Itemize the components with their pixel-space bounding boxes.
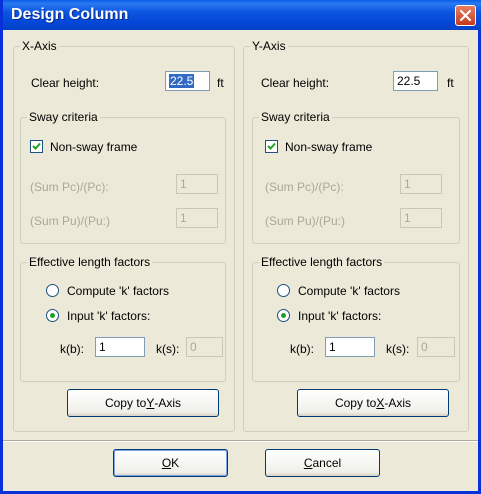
x-sum-pc-value: 1 (180, 177, 187, 191)
x-sum-pu-value: 1 (180, 211, 187, 225)
checkmark-icon (267, 142, 276, 150)
close-icon (459, 9, 472, 22)
x-axis-legend: X-Axis (20, 39, 59, 53)
x-sway-criteria-legend: Sway criteria (27, 110, 100, 124)
title-bar[interactable]: Design Column (3, 0, 481, 30)
y-clear-height-label: Clear height: (261, 76, 330, 90)
window-title: Design Column (11, 6, 129, 23)
x-sum-pc-label: (Sum Pc)/(Pc): (30, 180, 109, 194)
cancel-button[interactable]: Cancel (265, 449, 380, 477)
x-input-k-radio-dot (50, 313, 55, 318)
x-clear-height-value: 22.5 (169, 74, 195, 88)
y-sum-pc-input[interactable]: 1 (400, 174, 442, 194)
copy-to-y-suffix: -Axis (154, 396, 182, 410)
x-sum-pc-input[interactable]: 1 (176, 174, 218, 194)
ok-button[interactable]: OK (113, 449, 228, 477)
x-clear-height-input[interactable]: 22.5 (165, 71, 210, 91)
y-ks-value: 0 (421, 340, 428, 354)
ok-rest: K (171, 456, 180, 470)
x-non-sway-checkbox[interactable] (30, 140, 43, 153)
y-ks-label: k(s): (386, 342, 410, 356)
x-sum-pu-input[interactable]: 1 (176, 208, 218, 228)
y-input-k-label[interactable]: Input 'k' factors: (298, 309, 381, 323)
x-kb-value: 1 (99, 340, 106, 354)
x-input-k-label[interactable]: Input 'k' factors: (67, 309, 150, 323)
x-compute-k-label[interactable]: Compute 'k' factors (67, 284, 169, 298)
y-ks-input[interactable]: 0 (417, 337, 455, 357)
close-button[interactable] (455, 5, 476, 26)
y-sway-criteria-legend: Sway criteria (259, 110, 332, 124)
y-kb-label: k(b): (290, 342, 314, 356)
y-kb-input[interactable]: 1 (325, 337, 375, 357)
checkmark-icon (32, 142, 41, 150)
cancel-rest: ancel (312, 456, 342, 470)
copy-to-y-axis-button[interactable]: Copy to Y-Axis (67, 389, 219, 417)
y-axis-legend: Y-Axis (250, 39, 288, 53)
y-kb-value: 1 (329, 340, 336, 354)
copy-to-y-mnemonic: Y (146, 396, 155, 410)
y-compute-k-label[interactable]: Compute 'k' factors (298, 284, 400, 298)
y-sum-pc-label: (Sum Pc)/(Pc): (265, 180, 344, 194)
y-compute-k-radio[interactable] (277, 284, 290, 297)
x-sway-criteria-group: Sway criteria Non-sway frame (Sum Pc)/(P… (20, 110, 226, 244)
design-column-dialog: Design Column X-Axis Clear height: 22.5 … (0, 0, 481, 494)
y-non-sway-label[interactable]: Non-sway frame (285, 140, 372, 154)
y-axis-group: Y-Axis Clear height: 22.5 ft Sway criter… (243, 39, 469, 432)
copy-to-x-prefix: Copy to (334, 396, 377, 410)
x-kb-label: k(b): (60, 342, 84, 356)
x-kb-input[interactable]: 1 (95, 337, 145, 357)
y-sway-criteria-group: Sway criteria Non-sway frame (Sum Pc)/(P… (252, 110, 460, 244)
copy-to-x-suffix: -Axis (384, 396, 412, 410)
y-sum-pu-label: (Sum Pu)/(Pu:) (265, 214, 346, 228)
button-separator (3, 440, 478, 442)
x-effective-length-legend: Effective length factors (27, 255, 153, 269)
x-axis-group: X-Axis Clear height: 22.5 ft Sway criter… (13, 39, 235, 432)
x-clear-height-unit: ft (217, 76, 224, 90)
y-effective-length-group: Effective length factors Compute 'k' fac… (252, 255, 460, 382)
y-input-k-radio-dot (281, 313, 286, 318)
x-compute-k-radio[interactable] (46, 284, 59, 297)
y-clear-height-unit: ft (447, 76, 454, 90)
x-input-k-radio[interactable] (46, 309, 59, 322)
x-non-sway-label[interactable]: Non-sway frame (50, 140, 137, 154)
x-effective-length-group: Effective length factors Compute 'k' fac… (20, 255, 226, 382)
x-clear-height-label: Clear height: (31, 76, 100, 90)
y-clear-height-input[interactable]: 22.5 (393, 71, 438, 91)
x-ks-value: 0 (190, 340, 197, 354)
cancel-mnemonic: C (303, 456, 313, 470)
x-sum-pu-label: (Sum Pu)/(Pu:) (30, 214, 111, 228)
y-effective-length-legend: Effective length factors (259, 255, 385, 269)
x-ks-label: k(s): (156, 342, 180, 356)
y-sum-pc-value: 1 (404, 177, 411, 191)
y-non-sway-checkbox[interactable] (265, 140, 278, 153)
x-ks-input[interactable]: 0 (186, 337, 223, 357)
y-sum-pu-input[interactable]: 1 (400, 208, 442, 228)
ok-mnemonic: O (161, 456, 172, 470)
copy-to-x-mnemonic: X (376, 396, 385, 410)
y-clear-height-value: 22.5 (397, 74, 421, 88)
y-sum-pu-value: 1 (404, 211, 411, 225)
copy-to-x-axis-button[interactable]: Copy to X-Axis (297, 389, 449, 417)
copy-to-y-prefix: Copy to (104, 396, 147, 410)
y-input-k-radio[interactable] (277, 309, 290, 322)
